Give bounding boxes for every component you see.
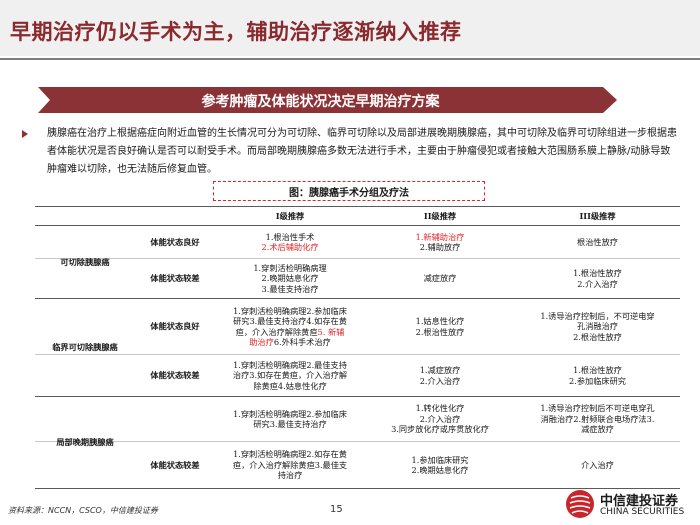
condition-cell: 体能状态良好 [150, 321, 200, 332]
company-name-en: CHINA SECURITIES [600, 507, 685, 517]
cell-line-highlight: 2.术后辅助化疗 [261, 242, 319, 252]
title-divider [0, 58, 700, 60]
cell-line: 1.转化性化疗 [415, 403, 465, 414]
group-borderline: 临界可切除胰腺癌 [35, 299, 135, 396]
cell-fragment: 疸，介入治疗解除黄疸 [235, 326, 318, 337]
group-locally-advanced: 局部晚期胰腺癌 [56, 437, 114, 448]
cell-fragment: 6.外科手术治疗 [273, 337, 331, 347]
cell-line: 1.穿刺活检明确病理 [253, 262, 327, 273]
cell-line: 1.穿刺活检明确病理2.如存在黄 [233, 449, 347, 460]
cell-line: 消融治疗2.射频联合电场疗法3. [540, 413, 655, 424]
cell-line-mixed: 助治疗6.外科手术治疗 [233, 337, 347, 348]
level3-cell: 1.根治性放疗 2.介入治疗 [515, 259, 680, 298]
level3-cell: 1.诱导治疗控制后不可逆电穿孔 消融治疗2.射频联合电场疗法3. 减症放疗 [515, 397, 680, 441]
cell-line: 2.辅助放疗 [419, 242, 461, 252]
bullet-arrow-icon [22, 130, 28, 138]
cell-line: 研究3.最佳支持治疗 [253, 419, 327, 429]
section-banner: 参考肿瘤及体能状况决定早期治疗方案 [38, 87, 603, 113]
cell-line-mixed: 疸，介入治疗解除黄疸5. 新辅 [233, 327, 347, 338]
page-number: 15 [330, 504, 343, 515]
cell-line: 1.穿刺活检明确病理2.参加临床 [233, 408, 347, 419]
cell-line: 1.诱导治疗控制后，不可逆电穿 [540, 310, 655, 321]
figure-caption: 图：胰腺癌手术分组及疗法 [289, 188, 409, 199]
condition-cell: 体能状态良好 [150, 236, 200, 247]
level1-cell: 1.穿刺活检明确病理2.最佳支持 治疗3.如存在黄疸，介入治疗解 除黄疸4.姑息… [215, 355, 365, 396]
header-level-3: III级推荐 [579, 210, 616, 221]
cell-line: 2.介入治疗 [577, 278, 618, 289]
cell-line: 2.介入治疗 [419, 413, 461, 424]
level3-cell: 根治性放疗 [515, 226, 680, 258]
cell-line: 1.穿刺活检明确病理2.最佳支持 [233, 359, 347, 370]
cell-line: 1.减症放疗 [419, 365, 461, 375]
condition-cell: 体能状态较差 [150, 370, 200, 381]
cell-fragment-highlight: 助治疗 [249, 337, 274, 347]
level3-cell: 1.诱导治疗控制后，不可逆电穿 孔消融治疗 2.根治性放疗 [515, 299, 680, 354]
cell-line: 根治性放疗 [577, 236, 618, 247]
title-bar: 早期治疗仍以手术为主，辅助治疗逐渐纳入推荐 [0, 0, 700, 56]
level2-cell: 1.新辅助治疗 2.辅助放疗 [365, 226, 515, 258]
level2-cell: 1.转化性化疗 2.介入治疗 3.同步放化疗或序贯放化疗 [365, 397, 515, 441]
cell-line: 2.根治性放疗 [415, 326, 465, 337]
cell-line-highlight: 1.新辅助治疗 [415, 231, 465, 242]
cell-line: 1.参加临床研究 [411, 454, 469, 465]
cell-line: 3.同步放化疗或序贯放化疗 [391, 424, 489, 435]
level3-cell: 介入治疗 [515, 442, 680, 488]
cell-line: 2.晚期姑息化疗 [411, 465, 469, 475]
cell-line: 2.根治性放疗 [573, 331, 622, 342]
cell-line: 孔消融治疗 [577, 321, 618, 332]
cell-line: 研究3.最佳支持治疗4.如存在黄 [233, 316, 347, 326]
level2-cell: 1.减症放疗 2.介入治疗 [365, 355, 515, 396]
cell-line: 1.诱导治疗控制后不可逆电穿孔 [540, 403, 655, 414]
cell-line: 介入治疗 [581, 459, 614, 470]
header-level-2: II级推荐 [423, 210, 457, 221]
level2-cell: 1.参加临床研究 2.晚期姑息化疗 [365, 442, 515, 488]
figure-caption-box: 图：胰腺癌手术分组及疗法 [213, 181, 485, 201]
banner-notch [38, 87, 50, 113]
company-logo-icon [566, 490, 594, 518]
cell-line: 除黄疸4.姑息性化疗 [253, 380, 327, 391]
level1-cell: 1.穿刺活检明确病理2.参加临床 研究3.最佳支持治疗 [215, 397, 365, 441]
level1-cell: 1.穿刺活检明确病理 2.晚期姑息化疗 3.最佳支持治疗 [215, 259, 365, 298]
group-borderline-label: 临界可切除胰腺癌 [52, 342, 118, 353]
cell-line: 疸，介入治疗解除黄疸3.最佳支 [232, 459, 348, 470]
cell-line: 治疗3.如存在黄疸，介入治疗解 [232, 370, 348, 381]
cell-line: 2.介入治疗 [419, 375, 461, 386]
level1-cell: 1.根治性手术 2.术后辅助化疗 [215, 226, 365, 258]
level1-cell: 1.穿刺活检明确病理2.参加临床 研究3.最佳支持治疗4.如存在黄 疸，介入治疗… [215, 299, 365, 354]
level2-cell: 1.姑息性化疗 2.根治性放疗 [365, 299, 515, 354]
page-title: 早期治疗仍以手术为主，辅助治疗逐渐纳入推荐 [10, 20, 462, 44]
cell-line: 1.穿刺活检明确病理2.参加临床 [233, 305, 347, 316]
cell-line: 1.根治性手术 [265, 231, 315, 242]
cell-line: 3.最佳支持治疗 [261, 283, 319, 294]
cell-line: 减症放疗 [423, 273, 457, 284]
level2-cell: 减症放疗 [365, 259, 515, 298]
cell-line: 2.参加临床研究 [569, 375, 626, 386]
header-level-1: I级推荐 [275, 210, 305, 221]
condition-cell: 体能状态较差 [150, 273, 200, 284]
intro-paragraph: 胰腺癌在治疗上根据癌症向附近血管的生长情况可分为可切除、临界可切除以及局部进展晚… [47, 128, 677, 175]
cell-line: 2.晚期姑息化疗 [261, 273, 319, 284]
level3-cell: 1.根治性放疗 2.参加临床研究 [515, 355, 680, 396]
banner-arrow-icon [603, 87, 617, 113]
condition-cell [135, 397, 215, 441]
cell-line: 持治疗 [277, 470, 303, 481]
group-resectable: 可切除胰腺癌 [60, 256, 110, 267]
condition-cell: 体能状态较差 [150, 459, 200, 470]
cell-line: 1.根治性放疗 [573, 268, 622, 278]
cell-fragment-highlight: 5. 新辅 [317, 326, 345, 337]
cell-line: 减症放疗 [581, 424, 614, 435]
cell-line: 1.姑息性化疗 [415, 316, 465, 326]
level1-cell: 1.穿刺活检明确病理2.如存在黄 疸，介入治疗解除黄疸3.最佳支 持治疗 [215, 442, 365, 488]
cell-line: 1.根治性放疗 [573, 365, 622, 375]
banner-text: 参考肿瘤及体能状况决定早期治疗方案 [201, 94, 440, 110]
source-note: 资料来源：NCCN，CSCO，中信建投证券 [8, 506, 158, 515]
